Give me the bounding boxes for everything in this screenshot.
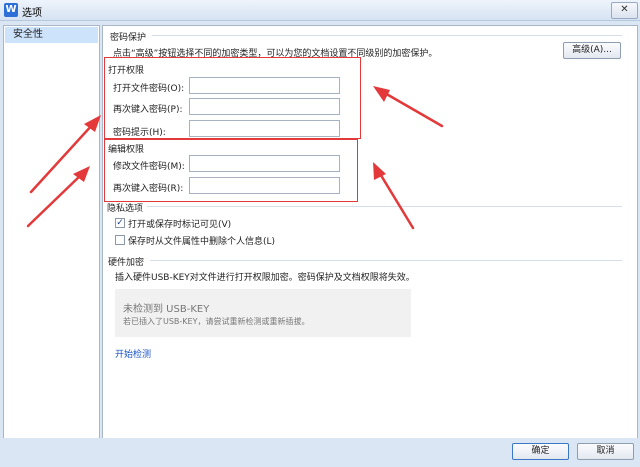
annotation-arrow	[377, 170, 415, 230]
annotation-arrowhead	[373, 86, 390, 102]
annotation-arrow	[381, 90, 444, 128]
annotation-arrowhead	[373, 162, 386, 180]
annotation-arrow	[26, 172, 84, 228]
annotation-arrow	[29, 122, 95, 194]
annotation-arrows	[26, 86, 444, 230]
